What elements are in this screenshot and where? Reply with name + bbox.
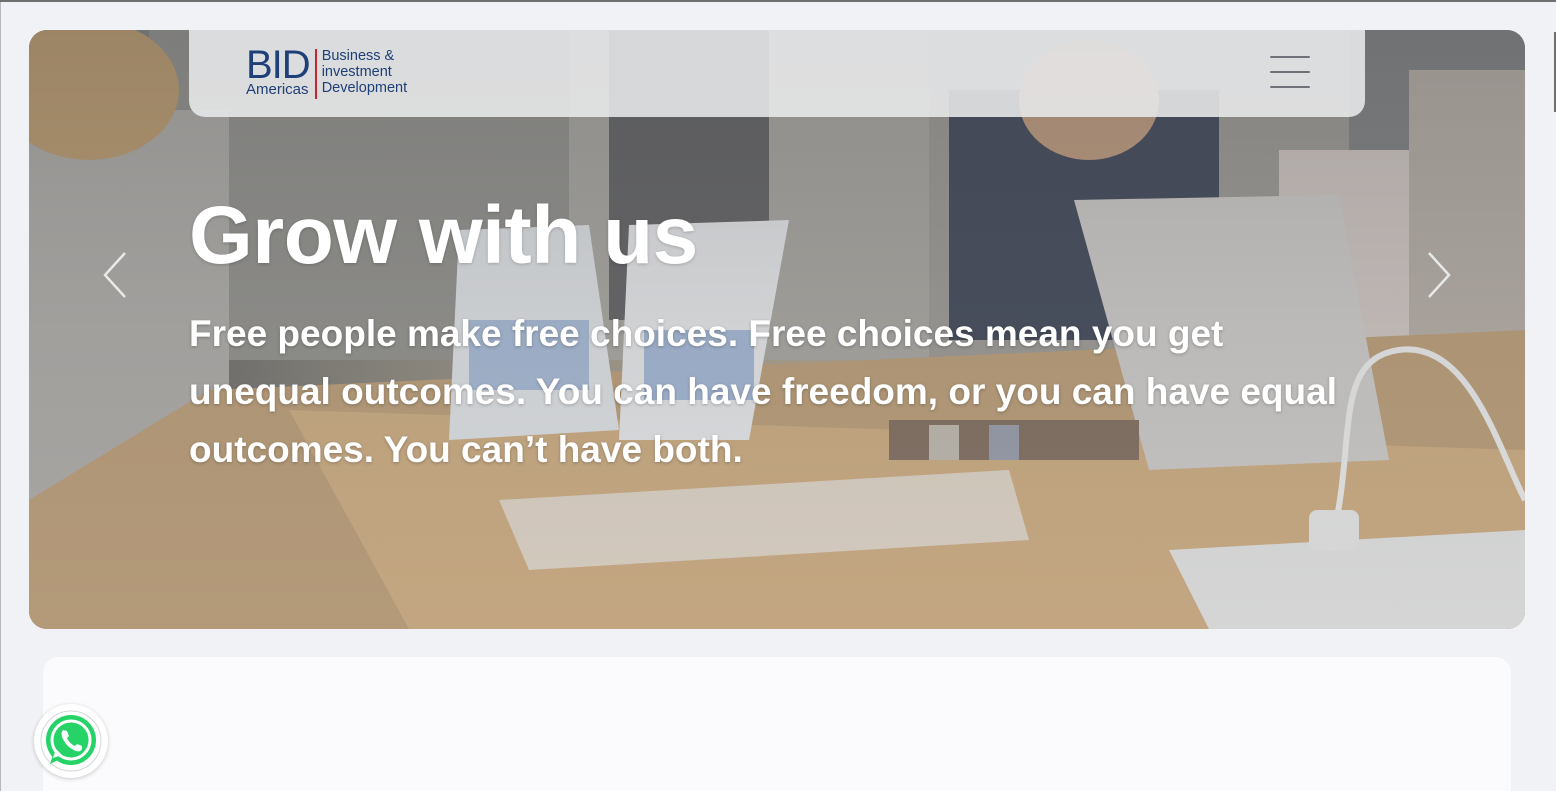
logo-wordmark: BID Americas bbox=[246, 43, 311, 98]
scrollbar[interactable] bbox=[1552, 2, 1556, 791]
chevron-left-icon[interactable] bbox=[101, 250, 131, 300]
logo-tagline-line1: Business & bbox=[321, 48, 395, 64]
hamburger-line bbox=[1270, 71, 1310, 73]
bid-americas-logo[interactable]: BID Americas Business & investment Devel… bbox=[246, 43, 407, 99]
hero-quote: Free people make free choices. Free choi… bbox=[189, 313, 1337, 470]
logo-tagline-line3: Development bbox=[321, 80, 408, 96]
logo-divider bbox=[314, 49, 317, 99]
hamburger-icon[interactable] bbox=[1270, 56, 1310, 88]
chevron-right-icon[interactable] bbox=[1423, 250, 1453, 300]
hero-carousel: BID Americas Business & investment Devel… bbox=[29, 30, 1525, 629]
logo-americas-text: Americas bbox=[246, 81, 309, 98]
logo-tagline: Business & investment Development bbox=[322, 48, 407, 96]
top-navbar: BID Americas Business & investment Devel… bbox=[189, 30, 1365, 117]
hero-title: Grow with us bbox=[189, 190, 698, 281]
logo-tagline-line2: investment bbox=[321, 64, 392, 80]
window-left-edge bbox=[0, 2, 1, 791]
whatsapp-icon[interactable] bbox=[34, 704, 108, 778]
hamburger-line bbox=[1270, 86, 1310, 88]
logo-bid-text: BID bbox=[246, 43, 311, 87]
content-card bbox=[43, 657, 1511, 791]
hamburger-line bbox=[1270, 56, 1310, 58]
